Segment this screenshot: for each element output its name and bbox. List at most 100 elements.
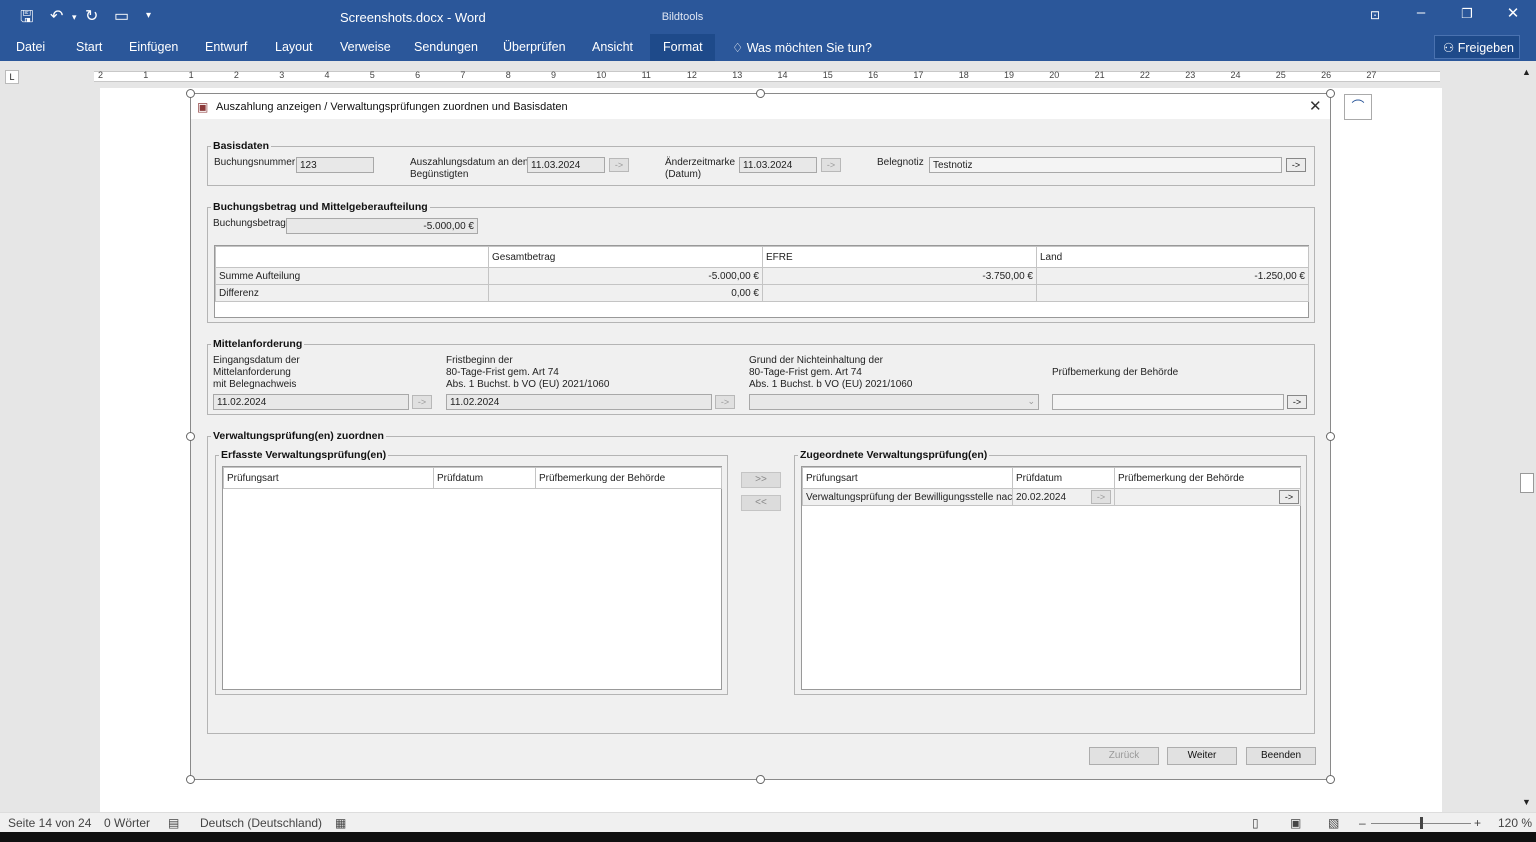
- new-document-icon[interactable]: ▭: [114, 6, 129, 26]
- erfasst-table[interactable]: Prüfungsart Prüfdatum Prüfbemerkung der …: [222, 466, 722, 690]
- proofing-icon[interactable]: ▤: [168, 816, 179, 830]
- vertical-scrollbar[interactable]: ▲ ▼: [1518, 67, 1536, 812]
- zoom-in-icon[interactable]: +: [1474, 816, 1481, 830]
- layout-options-icon[interactable]: ⌒: [1344, 94, 1372, 120]
- resize-handle[interactable]: [186, 432, 195, 441]
- close-icon[interactable]: ✕: [1309, 97, 1322, 115]
- scroll-up-icon[interactable]: ▲: [1522, 67, 1531, 77]
- zugeordnet-bemerkung-cell[interactable]: ->: [1114, 488, 1301, 506]
- chevron-down-icon[interactable]: ⌄: [1027, 396, 1035, 407]
- resize-handle[interactable]: [756, 89, 765, 98]
- buchungsnummer-field[interactable]: 123: [296, 157, 374, 173]
- resize-handle[interactable]: [186, 775, 195, 784]
- buchungsbetrag-field[interactable]: -5.000,00 €: [286, 218, 478, 234]
- vp-zuordnen-legend: Verwaltungsprüfung(en) zuordnen: [213, 430, 384, 442]
- tab-stop-selector[interactable]: L: [5, 70, 19, 84]
- zoom-level[interactable]: 120 %: [1498, 816, 1532, 830]
- ruler-number: 27: [1366, 70, 1377, 80]
- scroll-down-icon[interactable]: ▼: [1522, 797, 1531, 807]
- status-bar: Seite 14 von 24 0 Wörter ▤ Deutsch (Deut…: [0, 812, 1536, 832]
- undo-icon[interactable]: ↶: [50, 6, 63, 26]
- ribbon-tabs: Datei Start Einfügen Entwurf Layout Verw…: [0, 34, 1536, 61]
- tab-format[interactable]: Format: [663, 40, 703, 54]
- pruefbemerkung-arrow-button[interactable]: ->: [1287, 395, 1307, 409]
- aenderzeitmarke-label-1: Änderzeitmarke: [665, 157, 736, 168]
- tell-me-search[interactable]: ♢ Was möchten Sie tun?: [732, 40, 872, 55]
- tab-sendungen[interactable]: Sendungen: [414, 40, 478, 54]
- zugeordnet-table[interactable]: Prüfungsart Prüfdatum Prüfbemerkung der …: [801, 466, 1301, 690]
- customize-toolbar-icon[interactable]: ▾: [146, 10, 151, 21]
- undo-dropdown-icon[interactable]: ▾: [72, 12, 77, 23]
- scroll-thumb[interactable]: [1520, 473, 1534, 493]
- restore-icon[interactable]: ❐: [1452, 6, 1482, 22]
- tab-entwurf[interactable]: Entwurf: [205, 40, 247, 54]
- read-mode-icon[interactable]: ▯: [1252, 816, 1259, 830]
- ruler-number: 15: [822, 70, 833, 80]
- zoom-out-icon[interactable]: –: [1359, 816, 1366, 830]
- resize-handle[interactable]: [186, 89, 195, 98]
- table-row[interactable]: Verwaltungsprüfung der Bewilligungsstell…: [802, 488, 1301, 506]
- buchungsnummer-label: Buchungsnummer: [214, 157, 296, 168]
- tab-layout[interactable]: Layout: [275, 40, 313, 54]
- minimize-icon[interactable]: –: [1406, 4, 1436, 21]
- eingangsdatum-arrow-button[interactable]: ->: [412, 395, 432, 409]
- tab-start[interactable]: Start: [76, 40, 102, 54]
- eingangsdatum-label-2: Mittelanforderung: [213, 367, 291, 378]
- tab-ueberpruefen[interactable]: Überprüfen: [503, 40, 566, 54]
- auszahlungsdatum-arrow-button[interactable]: ->: [609, 158, 629, 172]
- tab-datei[interactable]: Datei: [16, 40, 45, 54]
- zugeordnet-legend: Zugeordnete Verwaltungsprüfung(en): [800, 449, 988, 461]
- aenderzeitmarke-label-2: (Datum): [665, 169, 702, 180]
- table-row[interactable]: Differenz 0,00 €: [215, 284, 1309, 302]
- fristbeginn-field[interactable]: 11.02.2024: [446, 394, 712, 410]
- auszahlungsdatum-field[interactable]: 11.03.2024: [527, 157, 605, 173]
- pruefdatum-arrow-button[interactable]: ->: [1091, 490, 1111, 504]
- resize-handle[interactable]: [1326, 775, 1335, 784]
- zoom-slider-thumb[interactable]: [1420, 817, 1423, 829]
- page-count[interactable]: Seite 14 von 24: [8, 816, 91, 830]
- app-icon: ▣: [197, 100, 209, 114]
- table-row[interactable]: Summe Aufteilung -5.000,00 € -3.750,00 €…: [215, 267, 1309, 285]
- ruler-number: 6: [415, 70, 421, 80]
- tab-verweise[interactable]: Verweise: [340, 40, 391, 54]
- belegnotiz-field[interactable]: Testnotiz: [929, 157, 1282, 173]
- ruler-number: 3: [279, 70, 285, 80]
- resize-handle[interactable]: [1326, 432, 1335, 441]
- aenderzeitmarke-field[interactable]: 11.03.2024: [739, 157, 817, 173]
- zugeordnet-pruefdatum-cell[interactable]: 20.02.2024 ->: [1012, 488, 1115, 506]
- dialog-title: Auszahlung anzeigen / Verwaltungsprüfung…: [216, 101, 568, 113]
- fristbeginn-arrow-button[interactable]: ->: [715, 395, 735, 409]
- belegnotiz-arrow-button[interactable]: ->: [1286, 158, 1306, 172]
- summe-land: -1.250,00 €: [1036, 267, 1309, 285]
- back-button[interactable]: Zurück: [1089, 747, 1159, 765]
- close-window-icon[interactable]: ✕: [1498, 4, 1528, 22]
- tab-ansicht[interactable]: Ansicht: [592, 40, 633, 54]
- remove-assignment-button[interactable]: <<: [741, 495, 781, 511]
- aenderzeitmarke-arrow-button[interactable]: ->: [821, 158, 841, 172]
- resize-handle[interactable]: [1326, 89, 1335, 98]
- redo-icon[interactable]: ↻: [85, 6, 98, 26]
- next-button[interactable]: Weiter: [1167, 747, 1237, 765]
- print-layout-icon[interactable]: ▣: [1290, 816, 1301, 830]
- web-layout-icon[interactable]: ▧: [1328, 816, 1339, 830]
- pruefbemerkung-field[interactable]: [1052, 394, 1284, 410]
- grund-label-2: 80-Tage-Frist gem. Art 74: [749, 367, 862, 378]
- resize-handle[interactable]: [756, 775, 765, 784]
- language[interactable]: Deutsch (Deutschland): [200, 816, 322, 830]
- document-title: Screenshots.docx - Word: [340, 10, 486, 25]
- belegnotiz-label: Belegnotiz: [877, 157, 924, 168]
- erfasst-header-bemerkung: Prüfbemerkung der Behörde: [535, 467, 722, 489]
- ribbon-display-options-icon[interactable]: ⊡: [1360, 8, 1390, 22]
- grund-select[interactable]: ⌄: [749, 394, 1039, 410]
- share-button[interactable]: ⚇ Freigeben: [1434, 35, 1520, 59]
- word-count[interactable]: 0 Wörter: [104, 816, 150, 830]
- tab-einfuegen[interactable]: Einfügen: [129, 40, 178, 54]
- add-assignment-button[interactable]: >>: [741, 472, 781, 488]
- finish-button[interactable]: Beenden: [1246, 747, 1316, 765]
- eingangsdatum-field[interactable]: 11.02.2024: [213, 394, 409, 410]
- save-icon[interactable]: 🖫: [20, 6, 34, 33]
- macro-icon[interactable]: ▦: [335, 816, 346, 830]
- ruler-number: 1: [188, 70, 194, 80]
- auszahlungsdatum-label-2: Begünstigten: [410, 169, 469, 180]
- bemerkung-arrow-button[interactable]: ->: [1279, 490, 1299, 504]
